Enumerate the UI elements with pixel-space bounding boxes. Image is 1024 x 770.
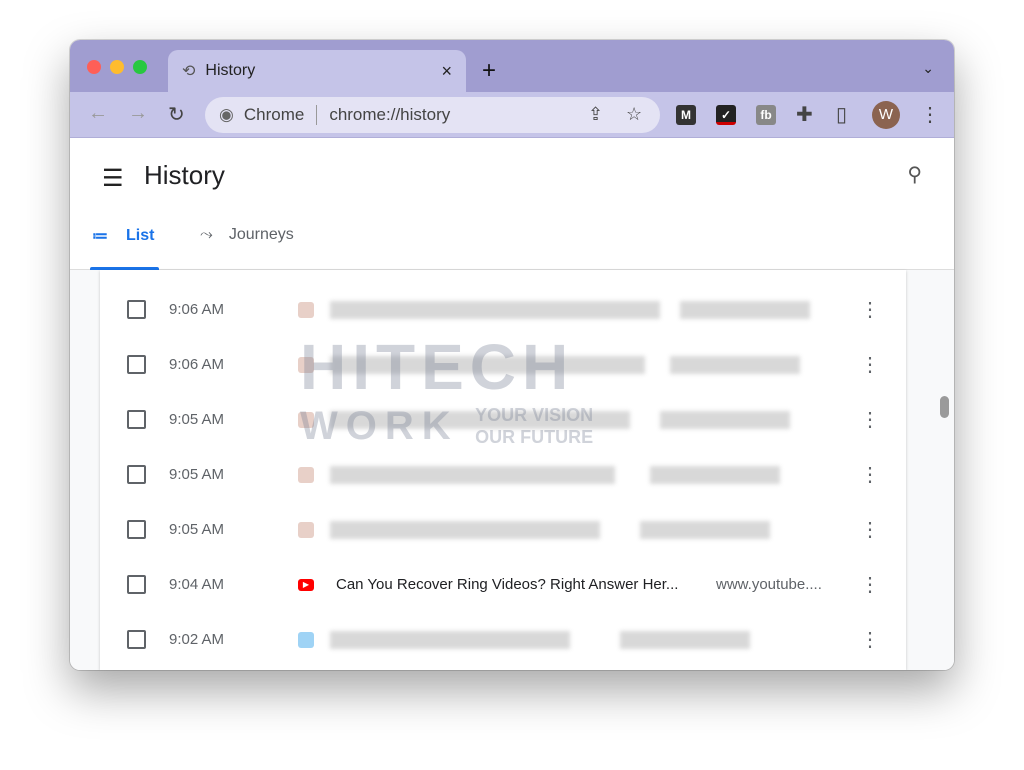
new-tab-button[interactable]: + xyxy=(482,57,496,85)
visit-time: 9:06 AM xyxy=(169,356,225,373)
more-actions-icon[interactable]: ⋮ xyxy=(860,462,880,487)
tab-list[interactable]: ≔ List xyxy=(92,226,154,246)
row-checkbox[interactable] xyxy=(127,355,146,374)
extension-check-icon[interactable]: ✓ xyxy=(716,105,736,125)
address-bar[interactable]: ◉ Chrome chrome://history ⇪ ☆ xyxy=(205,97,660,133)
entry-title-link[interactable]: Can You Recover Ring Videos? Right Answe… xyxy=(336,576,678,593)
visit-time: 9:06 AM xyxy=(169,301,225,318)
youtube-favicon-icon: ▶ xyxy=(298,578,314,591)
entry-domain: www.youtube.... xyxy=(716,576,822,593)
more-actions-icon[interactable]: ⋮ xyxy=(860,517,880,542)
more-actions-icon[interactable]: ⋮ xyxy=(860,627,880,652)
visit-time: 9:05 AM xyxy=(169,411,225,428)
history-row[interactable]: 9:06 AM ⋮ xyxy=(100,282,906,337)
more-actions-icon[interactable]: ⋮ xyxy=(860,572,880,597)
scrollbar-thumb[interactable] xyxy=(940,396,949,418)
blurred-title[interactable] xyxy=(330,465,615,484)
blurred-domain xyxy=(640,520,770,539)
more-actions-icon[interactable]: ⋮ xyxy=(860,297,880,322)
extension-fb-icon[interactable]: fb xyxy=(756,105,776,125)
site-label: Chrome xyxy=(243,105,305,124)
blurred-title[interactable] xyxy=(330,630,570,649)
row-checkbox[interactable] xyxy=(127,465,146,484)
blurred-domain xyxy=(650,465,780,484)
hamburger-menu-icon[interactable]: ☰ xyxy=(102,164,124,193)
more-actions-icon[interactable]: ⋮ xyxy=(860,407,880,432)
visit-time: 9:04 AM xyxy=(169,576,225,593)
history-row[interactable]: 9:05 AM ⋮ xyxy=(100,447,906,502)
visit-time: 9:05 AM xyxy=(169,466,225,483)
tab-title: History xyxy=(205,62,256,79)
close-window-button[interactable] xyxy=(87,60,101,74)
search-icon[interactable]: ⚲ xyxy=(907,162,922,187)
url-text[interactable]: chrome://history xyxy=(329,105,450,125)
toolbar: ← → ↻ ◉ Chrome chrome://history ⇪ ☆ M ✓ … xyxy=(70,92,954,138)
tab-journeys[interactable]: ⤳ Journeys xyxy=(200,226,294,244)
history-row[interactable]: 9:02 AM ⋮ xyxy=(100,612,906,667)
visit-time: 9:02 AM xyxy=(169,631,225,648)
row-checkbox[interactable] xyxy=(127,520,146,539)
avatar[interactable]: W xyxy=(872,101,900,129)
favicon-icon xyxy=(298,411,314,428)
close-tab-icon[interactable]: × xyxy=(441,61,452,82)
blurred-domain xyxy=(670,355,800,374)
history-content: 9:06 AM ⋮ 9:06 AM ⋮ 9:05 AM ⋮ 9:05 AM ⋮ … xyxy=(70,270,954,670)
row-checkbox[interactable] xyxy=(127,410,146,429)
history-row[interactable]: 9:05 AM ⋮ xyxy=(100,502,906,557)
tab-journeys-label: Journeys xyxy=(228,226,294,243)
page-title: History xyxy=(144,160,225,190)
browser-menu-icon[interactable]: ⋮ xyxy=(920,102,940,127)
visit-time: 9:05 AM xyxy=(169,521,225,538)
zoom-window-button[interactable] xyxy=(133,60,147,74)
share-icon[interactable]: ⇪ xyxy=(588,104,603,125)
favicon-icon xyxy=(298,631,314,648)
extensions-puzzle-icon[interactable]: ✚ xyxy=(796,102,813,127)
chrome-icon: ◉ xyxy=(219,105,234,124)
more-actions-icon[interactable]: ⋮ xyxy=(860,352,880,377)
minimize-window-button[interactable] xyxy=(110,60,124,74)
row-checkbox[interactable] xyxy=(127,575,146,594)
history-row[interactable]: 9:06 AM ⋮ xyxy=(100,337,906,392)
blurred-title[interactable] xyxy=(330,410,630,429)
row-checkbox[interactable] xyxy=(127,630,146,649)
tab-list-label: List xyxy=(126,227,155,244)
browser-window: ⟲ History × + ⌄ ← → ↻ ◉ Chrome chrome://… xyxy=(70,40,954,670)
list-icon: ≔ xyxy=(92,228,108,245)
blurred-title[interactable] xyxy=(330,300,660,319)
side-panel-icon[interactable]: ▯ xyxy=(836,102,847,127)
blurred-domain xyxy=(620,630,750,649)
row-checkbox[interactable] xyxy=(127,300,146,319)
blurred-domain xyxy=(680,300,810,319)
history-header: ☰ History ⚲ ≔ List ⤳ Journeys xyxy=(70,138,954,270)
history-row[interactable]: 9:05 AM ⋮ xyxy=(100,392,906,447)
forward-icon[interactable]: → xyxy=(128,102,148,125)
blurred-title[interactable] xyxy=(330,520,600,539)
favicon-icon xyxy=(298,466,314,483)
back-icon[interactable]: ← xyxy=(88,102,108,125)
favicon-icon xyxy=(298,301,314,318)
favicon-icon xyxy=(298,356,314,373)
tab-search-chevron-icon[interactable]: ⌄ xyxy=(922,60,934,77)
blurred-title[interactable] xyxy=(330,355,645,374)
history-list: 9:06 AM ⋮ 9:06 AM ⋮ 9:05 AM ⋮ 9:05 AM ⋮ … xyxy=(100,270,906,670)
tab-history[interactable]: ⟲ History × xyxy=(168,50,466,92)
bookmark-star-icon[interactable]: ☆ xyxy=(626,104,642,125)
tab-strip: ⟲ History × + ⌄ xyxy=(70,40,954,92)
history-row[interactable]: 9:04 AM ▶ Can You Recover Ring Videos? Ri… xyxy=(100,557,906,612)
favicon-icon xyxy=(298,521,314,538)
journeys-icon: ⤳ xyxy=(200,226,213,243)
reload-icon[interactable]: ↻ xyxy=(168,102,185,127)
blurred-domain xyxy=(660,410,790,429)
extension-m-icon[interactable]: M xyxy=(676,105,696,125)
history-icon: ⟲ xyxy=(182,63,196,80)
